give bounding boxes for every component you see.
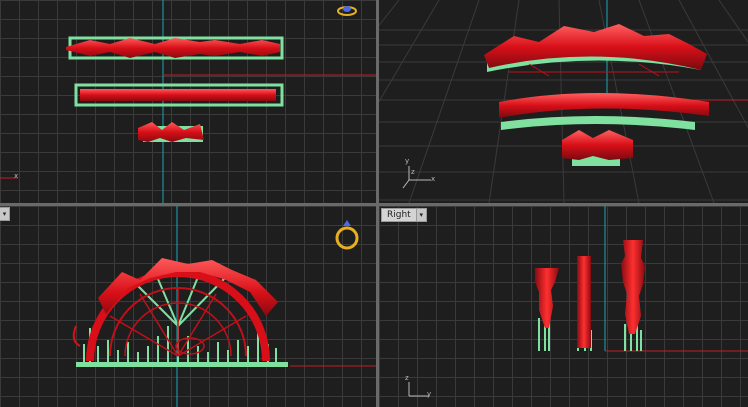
axis-y-label: y: [405, 157, 410, 165]
front-view-canvas: [72, 206, 376, 407]
viewport-top[interactable]: x: [0, 0, 376, 203]
viewport-front[interactable]: ▾: [0, 206, 376, 407]
right-view-canvas: [408, 206, 748, 397]
axis-x-label: x: [14, 172, 19, 180]
ring-shank-right: [621, 240, 645, 334]
viewport-right[interactable]: Right ▾ z y: [379, 206, 748, 407]
viewport-perspective[interactable]: y z x: [379, 0, 748, 203]
ring-shank-top: [66, 38, 280, 58]
viewport-splitter-horizontal[interactable]: [0, 203, 748, 206]
head-part-perspective: [562, 130, 633, 160]
ring-band-top: [80, 89, 276, 101]
axis-z-label: z: [405, 374, 409, 382]
ring-icon[interactable]: [333, 216, 361, 252]
axis-y-label: y: [427, 390, 432, 398]
perspective-canvas: [379, 0, 748, 203]
axis-z-label: z: [411, 168, 415, 176]
top-view-canvas: [0, 0, 376, 203]
ring-icon[interactable]: [335, 3, 359, 17]
ring-band-perspective: [499, 93, 709, 118]
axis-x-label: x: [431, 175, 436, 183]
ring-band-right: [577, 256, 591, 348]
